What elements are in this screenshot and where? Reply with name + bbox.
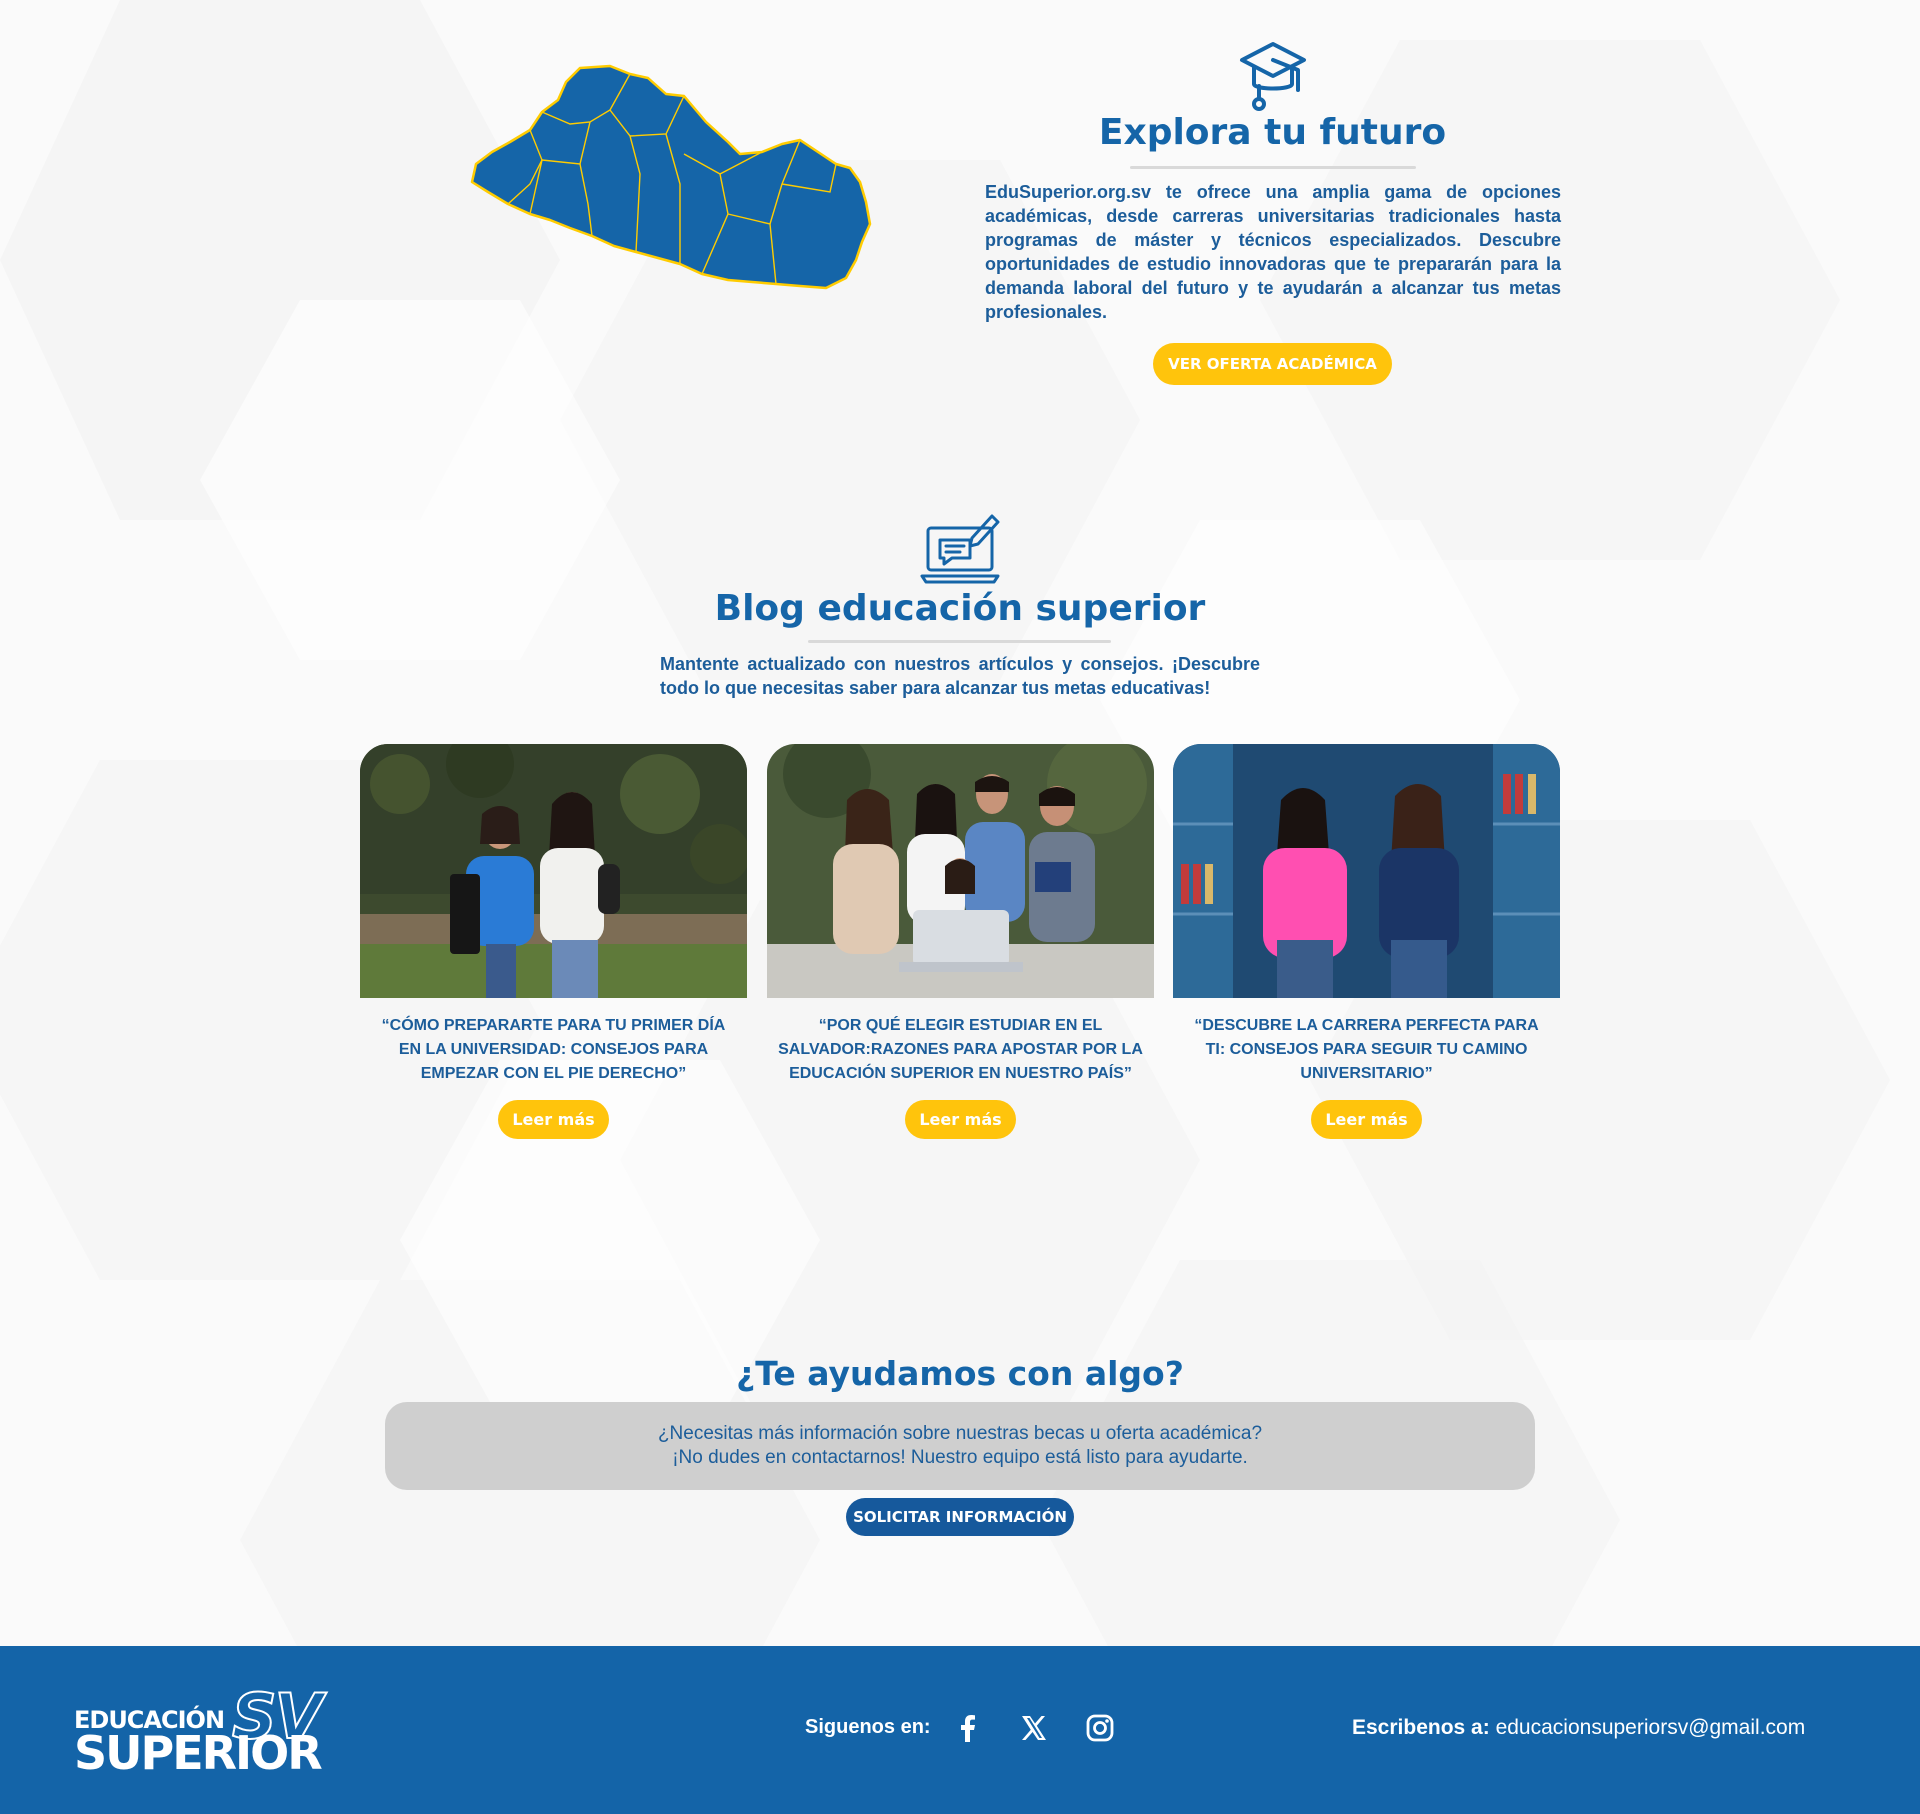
el-salvador-map <box>470 64 872 290</box>
blog-card-title[interactable]: “POR QUÉ ELEGIR ESTUDIAR EN EL SALVADOR:… <box>767 1014 1154 1086</box>
explora-title: Explora tu futuro <box>1098 112 1447 153</box>
blog-description: Mantente actualizado con nuestros artícu… <box>660 654 1260 698</box>
graduation-cap-icon <box>1240 42 1306 111</box>
blog-card-title[interactable]: “CÓMO PREPARARTE PARA TU PRIMER DÍA EN L… <box>360 1014 747 1086</box>
blog-card-title[interactable]: “DESCUBRE LA CARRERA PERFECTA PARA TI: C… <box>1173 1014 1560 1086</box>
follow-label: Siguenos en: <box>805 1716 931 1738</box>
blog-title: Blog educación superior <box>714 588 1206 629</box>
mail-label: Escribenos a: <box>1352 1716 1490 1739</box>
leer-mas-button[interactable]: Leer más <box>1311 1100 1422 1139</box>
explora-description: EduSuperior.org.sv te ofrece una amplia … <box>985 182 1561 322</box>
title-divider <box>808 640 1111 643</box>
students-photo <box>1173 744 1560 998</box>
educacion-superior-logo[interactable]: SV EDUCACIÓN SUPERIOR <box>74 1679 354 1780</box>
page: Explora tu futuro EduSuperior.org.sv te … <box>0 0 1920 1814</box>
blog-card: “POR QUÉ ELEGIR ESTUDIAR EN EL SALVADOR:… <box>767 744 1154 1086</box>
solicitar-informacion-button[interactable]: SOLICITAR INFORMACIÓN <box>846 1498 1074 1536</box>
help-title: ¿Te ayudamos con algo? <box>736 1354 1184 1393</box>
laptop-chat-icon <box>920 514 1000 584</box>
leer-mas-button[interactable]: Leer más <box>498 1100 609 1139</box>
blog-card-image[interactable] <box>1173 744 1560 998</box>
ver-oferta-academica-button[interactable]: VER OFERTA ACADÉMICA <box>1153 343 1392 385</box>
leer-mas-button[interactable]: Leer más <box>905 1100 1016 1139</box>
instagram-icon[interactable] <box>1084 1712 1116 1744</box>
students-photo <box>360 744 747 998</box>
help-line-2: ¡No dudes en contactarnos! Nuestro equip… <box>672 1447 1248 1468</box>
mail-address[interactable]: educacionsuperiorsv@gmail.com <box>1496 1716 1806 1739</box>
facebook-icon[interactable] <box>952 1712 984 1744</box>
help-message-box: ¿Necesitas más información sobre nuestra… <box>385 1402 1535 1490</box>
blog-card-image[interactable] <box>360 744 747 998</box>
blog-card-image[interactable] <box>767 744 1154 998</box>
help-line-1: ¿Necesitas más información sobre nuestra… <box>657 1423 1263 1444</box>
blog-card: “DESCUBRE LA CARRERA PERFECTA PARA TI: C… <box>1173 744 1560 1086</box>
title-divider <box>1130 166 1416 169</box>
blog-card: “CÓMO PREPARARTE PARA TU PRIMER DÍA EN L… <box>360 744 747 1086</box>
contact-email[interactable]: Escribenos a: educacionsuperiorsv@gmail.… <box>1352 1716 1805 1740</box>
students-photo <box>767 744 1154 998</box>
logo-bottom: SUPERIOR <box>74 1726 323 1780</box>
x-icon[interactable] <box>1018 1712 1050 1744</box>
